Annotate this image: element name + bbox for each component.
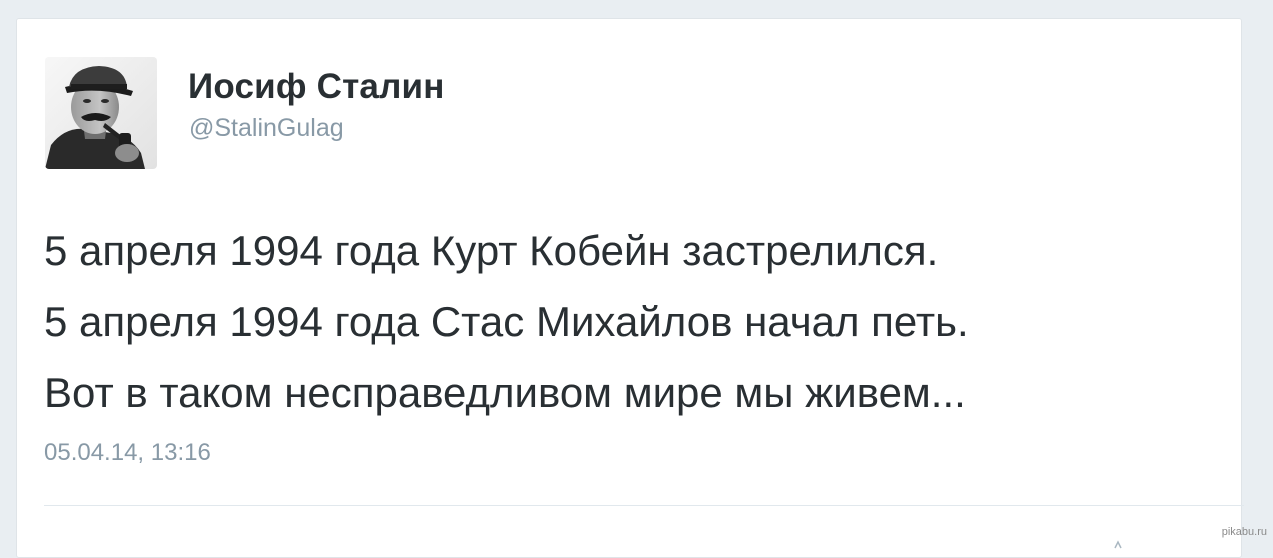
tweet-card: Иосиф Сталин @StalinGulag 5 апреля 1994 …	[16, 18, 1244, 558]
watermark: pikabu.ru	[1221, 526, 1267, 538]
tweet-text-line: 5 апреля 1994 года Курт Кобейн застрелил…	[44, 227, 939, 274]
tweet-timestamp[interactable]: 05.04.14, 13:16	[44, 439, 211, 467]
tweet-text-line: 5 апреля 1994 года Стас Михайлов начал п…	[44, 298, 969, 345]
divider	[44, 505, 1244, 506]
tweet-text: 5 апреля 1994 года Курт Кобейн застрелил…	[44, 215, 1224, 428]
portrait-photo-icon	[45, 57, 157, 169]
display-name[interactable]: Иосиф Сталин	[188, 67, 445, 107]
avatar[interactable]	[45, 57, 157, 169]
username[interactable]: @StalinGulag	[189, 114, 344, 143]
tweet-text-line: Вот в таком несправедливом мире мы живем…	[44, 369, 966, 416]
